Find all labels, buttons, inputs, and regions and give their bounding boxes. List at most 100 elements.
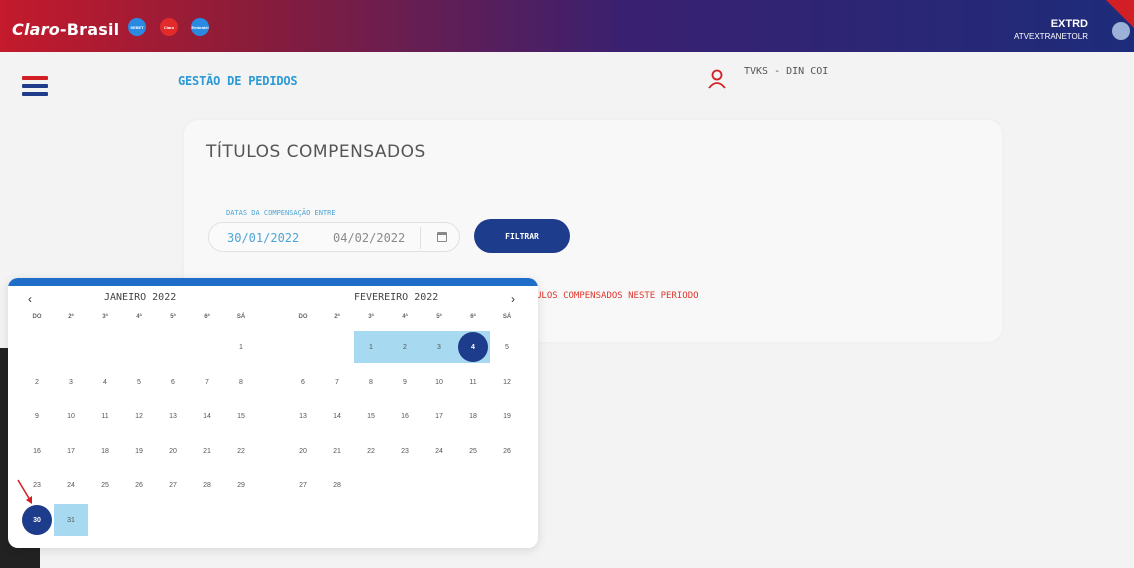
calendar-day[interactable]: 7 — [190, 366, 224, 398]
calendar-day[interactable]: 1 — [354, 331, 388, 363]
calendar-day[interactable]: 25 — [88, 469, 122, 501]
divider — [420, 227, 421, 249]
start-date-field[interactable]: 30/01/2022 — [227, 231, 299, 245]
weekday-label: DO — [298, 314, 308, 320]
calendar-day[interactable]: 2 — [20, 366, 54, 398]
datepicker-top-bar — [8, 278, 538, 286]
next-month-button[interactable]: › — [511, 292, 515, 306]
pointer-arrow-icon — [17, 479, 32, 504]
calendar-day[interactable]: 26 — [490, 435, 524, 467]
calendar-day[interactable]: 14 — [190, 400, 224, 432]
weekday-label: 4ª — [402, 314, 408, 320]
calendar-day[interactable]: 1 — [224, 331, 258, 363]
user-icon — [708, 69, 726, 89]
date-range-input[interactable]: 30/01/2022 04/02/2022 — [208, 222, 460, 252]
filter-button[interactable]: FILTRAR — [474, 219, 570, 253]
claro-logo-icon[interactable]: Claro — [160, 18, 178, 36]
calendar-day[interactable]: 9 — [388, 366, 422, 398]
calendar-day[interactable]: 4 — [88, 366, 122, 398]
datepicker[interactable]: ‹ › JANEIRO 2022 FEVEREIRO 2022 DO 2ª 3ª 4ª… — [8, 278, 538, 548]
calendar-day[interactable]: 28 — [320, 469, 354, 501]
calendar-day[interactable]: 5 — [122, 366, 156, 398]
user-top-login: ATVEXTRANETOLR — [1014, 32, 1088, 41]
calendar-day[interactable]: 10 — [54, 400, 88, 432]
calendar-day[interactable]: 21 — [190, 435, 224, 467]
calendar-day[interactable]: 13 — [286, 400, 320, 432]
avatar[interactable] — [1112, 22, 1130, 40]
weekday-label: 3ª — [368, 314, 374, 320]
weekday-label: 2ª — [334, 314, 340, 320]
calendar-day[interactable]: 4 — [456, 331, 490, 363]
calendar-day[interactable]: 9 — [20, 400, 54, 432]
calendar-day[interactable]: 22 — [224, 435, 258, 467]
calendar-day[interactable]: 11 — [88, 400, 122, 432]
calendar-day[interactable]: 18 — [456, 400, 490, 432]
calendar-day[interactable]: 18 — [88, 435, 122, 467]
brand-logo[interactable]: Claro-Brasil — [12, 20, 119, 39]
calendar-day[interactable]: 5 — [490, 331, 524, 363]
empty-result-message: ULOS COMPENSADOS NESTE PERIODO — [536, 291, 699, 301]
calendar-day[interactable]: 19 — [122, 435, 156, 467]
calendar-day[interactable]: 7 — [320, 366, 354, 398]
calendar-day[interactable]: 6 — [286, 366, 320, 398]
calendar-day[interactable]: 23 — [388, 435, 422, 467]
calendar-day[interactable]: 20 — [156, 435, 190, 467]
weekday-label: 6ª — [204, 314, 210, 320]
calendar-day[interactable]: 10 — [422, 366, 456, 398]
calendar-day[interactable]: 28 — [190, 469, 224, 501]
sebet-logo-icon[interactable]: SEBET — [128, 18, 146, 36]
top-bar: Claro-Brasil SEBET Claro Embratel EXTRD … — [0, 0, 1134, 52]
calendar-day[interactable]: 11 — [456, 366, 490, 398]
weekday-label: 3ª — [102, 314, 108, 320]
calendar-day[interactable]: 8 — [354, 366, 388, 398]
calendar-day[interactable]: 14 — [320, 400, 354, 432]
user-name: TVKS - DIN COI — [744, 66, 829, 77]
user-top-name: EXTRD — [1050, 18, 1088, 30]
calendar-day[interactable]: 15 — [224, 400, 258, 432]
calendar-day[interactable]: 21 — [320, 435, 354, 467]
end-date-field[interactable]: 04/02/2022 — [333, 231, 405, 245]
calendar-day[interactable]: 27 — [286, 469, 320, 501]
calendar-day[interactable]: 31 — [54, 504, 88, 536]
calendar-day[interactable]: 27 — [156, 469, 190, 501]
weekday-label: SÁ — [236, 314, 246, 320]
calendar-day[interactable]: 22 — [354, 435, 388, 467]
menu-icon[interactable] — [22, 76, 48, 96]
calendar-day[interactable]: 26 — [122, 469, 156, 501]
calendar-day[interactable]: 25 — [456, 435, 490, 467]
calendar-day[interactable]: 8 — [224, 366, 258, 398]
weekday-label: 4ª — [136, 314, 142, 320]
page-title: GESTÃO DE PEDIDOS — [178, 74, 298, 88]
calendar-day[interactable]: 12 — [490, 366, 524, 398]
calendar-day[interactable]: 3 — [54, 366, 88, 398]
calendar-day[interactable]: 13 — [156, 400, 190, 432]
calendar-day[interactable]: 12 — [122, 400, 156, 432]
calendar-day[interactable]: 19 — [490, 400, 524, 432]
calendar-day[interactable]: 16 — [388, 400, 422, 432]
month-title-february: FEVEREIRO 2022 — [354, 292, 439, 303]
weekday-label: DO — [32, 314, 42, 320]
calendar-day[interactable]: 6 — [156, 366, 190, 398]
weekday-label: 6ª — [470, 314, 476, 320]
calendar-day[interactable]: 17 — [422, 400, 456, 432]
card-title: TÍTULOS COMPENSADOS — [206, 142, 426, 162]
calendar-day[interactable]: 24 — [422, 435, 456, 467]
calendar-day[interactable]: 17 — [54, 435, 88, 467]
calendar-day[interactable]: 20 — [286, 435, 320, 467]
calendar-day[interactable]: 29 — [224, 469, 258, 501]
calendar-day[interactable]: 24 — [54, 469, 88, 501]
date-range-label: DATAS DA COMPENSAÇÃO ENTRE — [226, 209, 336, 217]
calendar-day[interactable]: 15 — [354, 400, 388, 432]
weekday-label: 5ª — [170, 314, 176, 320]
embratel-logo-icon[interactable]: Embratel — [191, 18, 209, 36]
calendar-day[interactable]: 16 — [20, 435, 54, 467]
calendar-icon[interactable] — [437, 232, 447, 242]
calendar-day[interactable]: 30 — [20, 504, 54, 536]
weekday-label: SÁ — [502, 314, 512, 320]
user-info-top[interactable]: EXTRD ATVEXTRANETOLR — [1014, 18, 1088, 41]
calendar-day[interactable]: 3 — [422, 331, 456, 363]
prev-month-button[interactable]: ‹ — [28, 292, 32, 306]
month-title-january: JANEIRO 2022 — [104, 292, 177, 303]
calendar-day[interactable]: 2 — [388, 331, 422, 363]
weekday-label: 2ª — [68, 314, 74, 320]
